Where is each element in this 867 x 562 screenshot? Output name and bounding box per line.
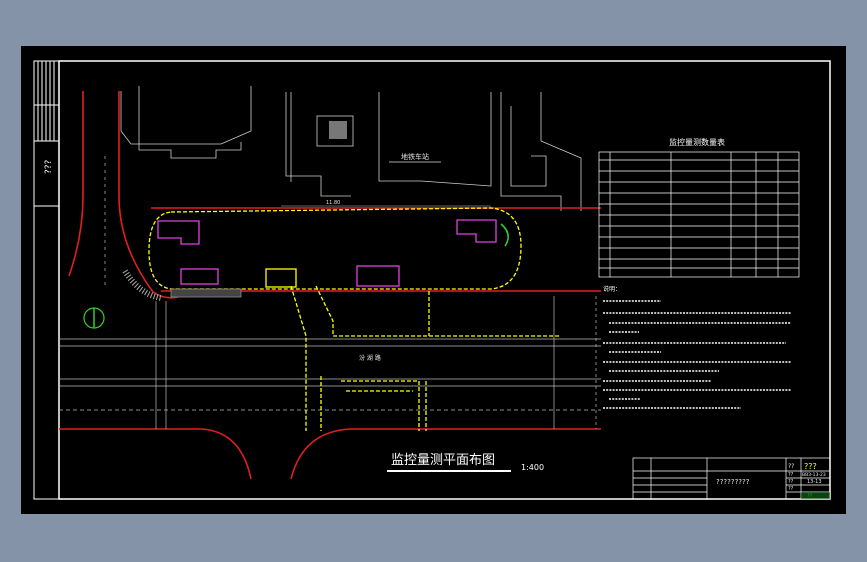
code-a: ?? [788,463,794,470]
entrance-block [265,268,297,288]
drawing-sheet: ??? 地铁车站 汾 湖 路 11.80 监控量测数量表 说明： 监控量测平面布… [21,46,846,514]
code-f: 13-13 [807,479,822,485]
notes-lines [603,300,791,409]
road-lines [59,156,601,429]
project-name: ????????? [716,478,750,486]
quantity-table [598,151,800,278]
code-b: ??? [804,462,817,471]
excavation-outline [148,207,561,431]
table-title: 监控量测数量表 [669,137,725,147]
buildings [120,86,582,211]
title-block-green-cell [801,492,830,499]
cad-drawing: ??? 地铁车站 汾 湖 路 11.80 监控量测数量表 说明： 监控量测平面布… [33,60,831,500]
station-label: 地铁车站 [401,152,429,161]
frame [33,60,831,500]
structures [157,219,497,287]
drawing-scale: 1:400 [521,463,544,472]
notes-heading: 说明： [603,285,621,293]
north-arrow-icon [83,307,105,329]
side-mark: ??? [44,159,54,174]
drawing-title: 监控量测平面布图 [391,453,495,468]
code-e: ?? [788,479,794,485]
width-dimension: 11.80 [326,200,340,206]
code-c: ?? [788,472,794,478]
code-d: ВВЗ-13-23 [802,472,826,478]
central-building [329,121,347,139]
cross-street-label: 汾 湖 路 [359,354,381,362]
code-g: ?? [788,486,794,492]
green-arc [500,223,509,247]
